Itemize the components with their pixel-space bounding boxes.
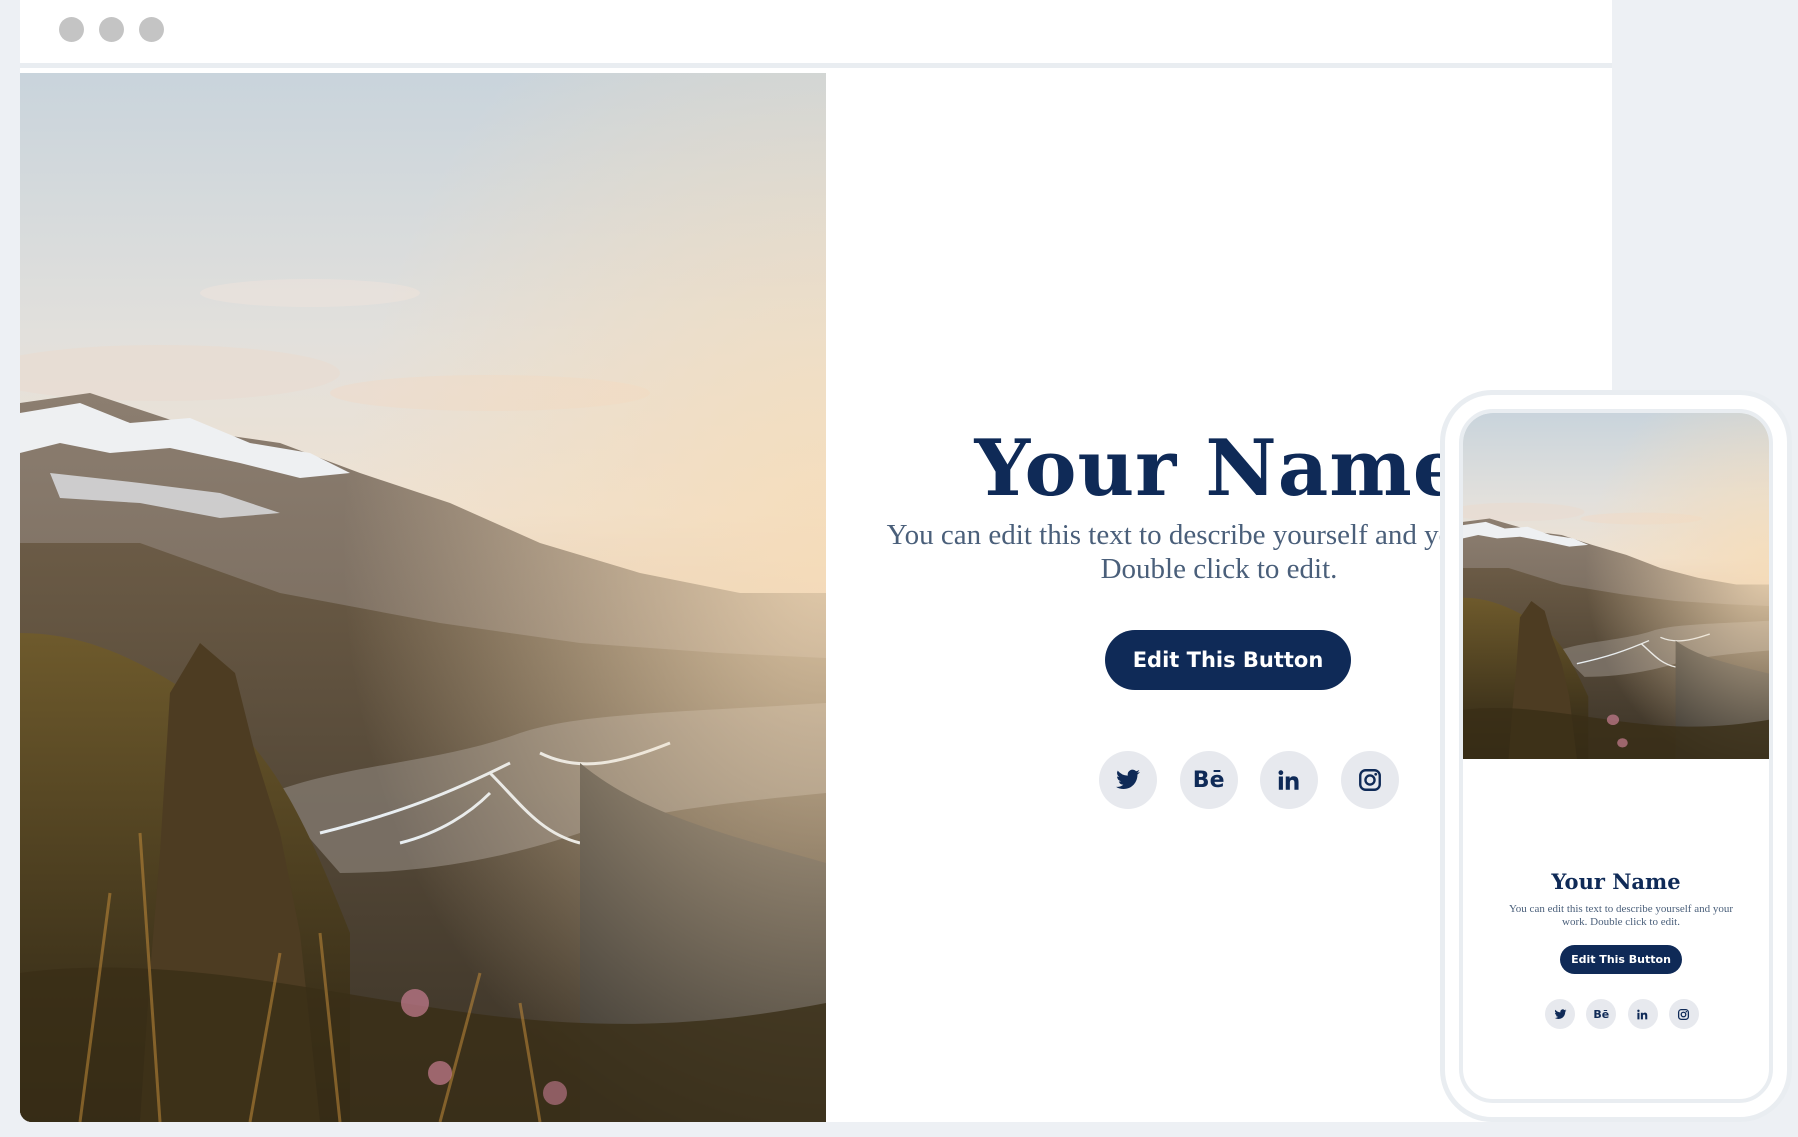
mobile-twitter-link[interactable] [1545, 999, 1575, 1029]
social-links: Bē [1099, 751, 1399, 809]
mobile-social-links: Bē [1545, 999, 1699, 1029]
mobile-hero-landscape-image [1463, 413, 1769, 759]
behance-icon: Bē [1593, 1007, 1610, 1021]
hero-landscape-image [20, 73, 826, 1122]
instagram-icon [1359, 769, 1381, 791]
linkedin-icon [1637, 1009, 1648, 1019]
mobile-name-heading: Your Name [1551, 869, 1681, 894]
twitter-icon [1116, 769, 1140, 789]
mobile-behance-link[interactable]: Bē [1586, 999, 1617, 1029]
behance-icon: Bē [1192, 767, 1225, 793]
edit-this-button[interactable]: Edit This Button [1105, 630, 1351, 690]
mobile-instagram-link[interactable] [1668, 999, 1699, 1029]
mobile-linkedin-link[interactable] [1627, 999, 1658, 1029]
desktop-browser-window: Your Name You can edit this text to desc… [20, 0, 1612, 1122]
window-close-dot[interactable] [59, 17, 84, 42]
behance-link[interactable]: Bē [1179, 751, 1238, 809]
twitter-link[interactable] [1099, 751, 1157, 809]
mobile-phone-preview: Your Name You can edit this text to desc… [1440, 390, 1792, 1122]
mobile-edit-this-button[interactable]: Edit This Button [1560, 945, 1682, 974]
linkedin-icon [1278, 770, 1299, 790]
instagram-icon [1678, 1008, 1690, 1020]
phone-screen: Your Name You can edit this text to desc… [1459, 409, 1773, 1103]
twitter-icon [1554, 1008, 1566, 1019]
browser-title-bar [20, 0, 1612, 68]
mobile-bio-text: You can edit this text to describe yours… [1508, 903, 1734, 928]
window-minimize-dot[interactable] [99, 17, 124, 42]
instagram-link[interactable] [1340, 751, 1399, 809]
linkedin-link[interactable] [1260, 751, 1319, 809]
template-preview-stage: Your Name You can edit this text to desc… [0, 0, 1798, 1137]
mobile-hero-content: Your Name You can edit this text to desc… [1463, 759, 1769, 1099]
window-maximize-dot[interactable] [139, 17, 164, 42]
